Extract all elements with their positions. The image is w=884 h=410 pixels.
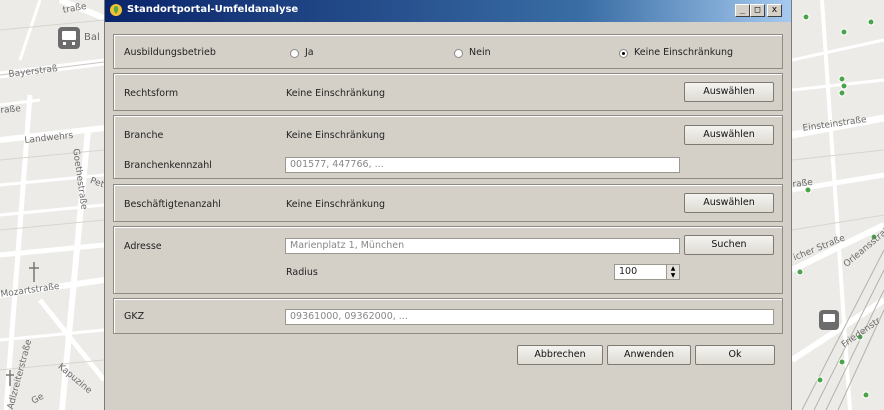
branchenkennzahl-input[interactable]: 001577, 447766, ... [285,157,680,173]
minimize-button[interactable]: _ [735,4,750,17]
app-icon [110,4,122,16]
spin-down-icon[interactable]: ▼ [667,272,679,279]
map-label: Bal [84,32,100,43]
map-label: raße [0,104,22,116]
radius-spinbox[interactable]: 100 ▲ ▼ [614,264,680,280]
adresse-input[interactable]: Marienplatz 1, München [285,238,680,254]
rechtsform-group: Rechtsform Keine Einschränkung Auswählen [113,73,783,111]
radio-ja-label[interactable]: Ja [305,47,314,58]
map-label: raße [792,177,814,190]
radius-value[interactable]: 100 [615,265,637,279]
rechtsform-label: Rechtsform [124,88,179,99]
adresse-label: Adresse [124,241,162,252]
beschaeftigtenanzahl-label: Beschäftigtenanzahl [124,199,221,210]
radio-keine-einschraenkung[interactable] [619,49,628,58]
beschaeftigtenanzahl-value: Keine Einschränkung [286,199,386,210]
beschaeftigtenanzahl-group: Beschäftigtenanzahl Keine Einschränkung … [113,184,783,222]
branchenkennzahl-label: Branchenkennzahl [124,160,212,171]
ok-button[interactable]: Ok [695,345,775,365]
gkz-group: GKZ 09361000, 09362000, ... [113,298,783,334]
radio-nein[interactable] [454,49,463,58]
title-bar[interactable]: Standortportal-Umfeldanalyse _ □ x [105,0,791,22]
maximize-button[interactable]: □ [750,4,765,17]
radio-nein-label[interactable]: Nein [469,47,491,58]
window-title: Standortportal-Umfeldanalyse [127,4,299,15]
gkz-label: GKZ [124,311,145,322]
anwenden-button[interactable]: Anwenden [607,345,691,365]
branche-value: Keine Einschränkung [286,130,386,141]
branche-label: Branche [124,130,164,141]
rechtsform-auswaehlen-button[interactable]: Auswählen [684,82,774,102]
abbrechen-button[interactable]: Abbrechen [517,345,603,365]
umfeldanalyse-dialog: Standortportal-Umfeldanalyse _ □ x Ausbi… [104,0,792,410]
branche-auswaehlen-button[interactable]: Auswählen [684,125,774,145]
radio-keine-einschraenkung-label[interactable]: Keine Einschränkung [634,47,733,58]
close-button[interactable]: x [767,4,782,17]
radius-label: Radius [286,267,318,278]
rechtsform-value: Keine Einschränkung [286,88,386,99]
suchen-button[interactable]: Suchen [684,235,774,255]
spin-up-icon[interactable]: ▲ [667,265,679,272]
church-icon [6,262,39,386]
map-right-panel[interactable]: Einsteinstraße raße icher Straße Orleans… [792,0,884,410]
radio-ja[interactable] [290,49,299,58]
beschaeftigtenanzahl-auswaehlen-button[interactable]: Auswählen [684,193,774,213]
gkz-input[interactable]: 09361000, 09362000, ... [285,309,774,325]
ausbildungsbetrieb-label: Ausbildungsbetrieb [124,47,216,58]
radius-spin-buttons[interactable]: ▲ ▼ [666,265,679,279]
branche-group: Branche Keine Einschränkung Auswählen Br… [113,115,783,179]
ausbildungsbetrieb-group: Ausbildungsbetrieb Ja Nein Keine Einschr… [113,34,783,69]
map-left-panel[interactable]: traße Bal Bayerstraß raße Landwehrs Goet… [0,0,104,410]
station-icon[interactable] [792,0,884,410]
adresse-group: Adresse Marienplatz 1, München Suchen Ra… [113,226,783,294]
